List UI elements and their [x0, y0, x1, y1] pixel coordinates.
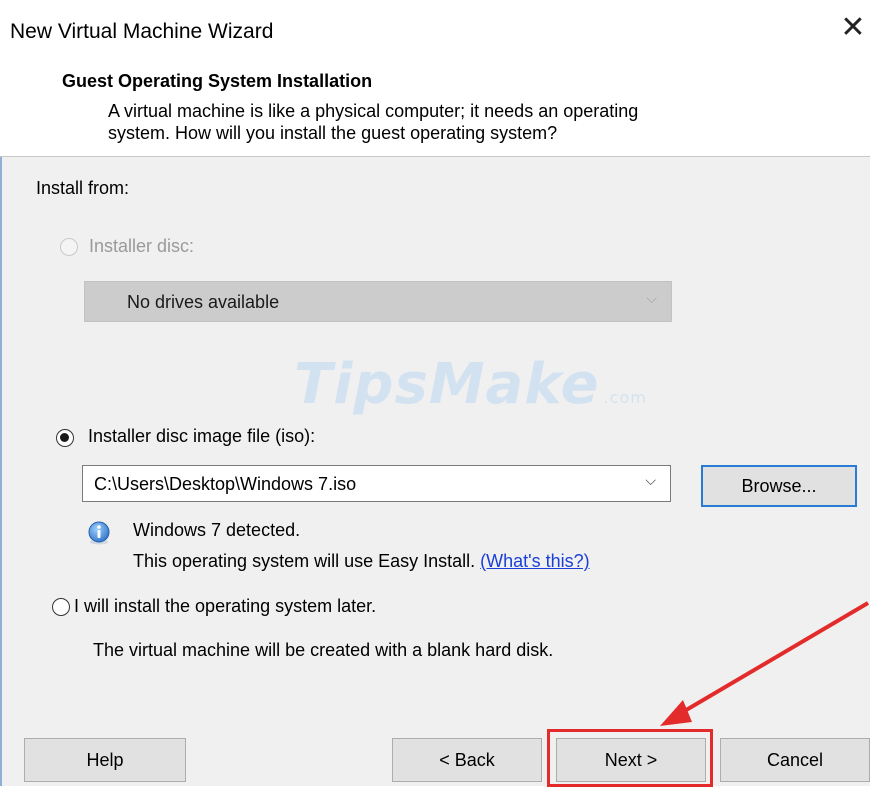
page-description: A virtual machine is like a physical com… — [108, 100, 798, 144]
whats-this-link[interactable]: (What's this?) — [480, 551, 589, 571]
install-later-radio[interactable] — [52, 598, 70, 616]
help-button-label: Help — [86, 750, 124, 770]
title-bar: New Virtual Machine Wizard ✕ — [0, 0, 870, 60]
page-title: Guest Operating System Installation — [62, 71, 373, 91]
iso-path-value: C:\Users\Desktop\Windows 7.iso — [94, 474, 357, 494]
install-from-label: Install from: — [36, 178, 130, 198]
install-later-label: I will install the operating system late… — [74, 596, 377, 616]
back-button-label: < Back — [439, 750, 495, 770]
iso-path-combo[interactable]: C:\Users\Desktop\Windows 7.iso ⌵ — [82, 465, 671, 502]
back-button[interactable]: < Back — [392, 738, 542, 782]
disc-drive-value: No drives available — [127, 292, 280, 312]
install-later-description: The virtual machine will be created with… — [93, 640, 554, 660]
chevron-down-icon: ⌵ — [646, 291, 657, 307]
iso-file-label: Installer disc image file (iso): — [88, 426, 316, 446]
browse-button-label: Browse... — [741, 476, 817, 496]
radio-selected-dot — [60, 433, 69, 442]
easy-install-line: This operating system will use Easy Inst… — [133, 551, 590, 572]
installer-disc-radio[interactable] — [60, 238, 78, 256]
disc-drive-select[interactable]: No drives available ⌵ — [84, 281, 672, 322]
description-line-2: system. How will you install the guest o… — [108, 123, 558, 143]
watermark-logo: TipsMake .com — [294, 352, 647, 417]
help-button[interactable]: Help — [24, 738, 186, 782]
window-title: New Virtual Machine Wizard — [10, 20, 274, 43]
next-button-highlight — [547, 729, 713, 787]
description-line-1: A virtual machine is like a physical com… — [108, 101, 639, 121]
wizard-header: Guest Operating System Installation A vi… — [0, 60, 870, 156]
installer-disc-label: Installer disc: — [89, 236, 195, 256]
iso-file-radio[interactable] — [56, 429, 74, 447]
os-detected-text: Windows 7 detected. — [133, 520, 301, 540]
info-icon — [88, 521, 110, 545]
chevron-down-icon[interactable]: ⌵ — [645, 473, 656, 489]
cancel-button-label: Cancel — [766, 750, 824, 770]
close-icon[interactable]: ✕ — [838, 13, 868, 45]
easy-install-text: This operating system will use Easy Inst… — [133, 551, 476, 571]
cancel-button[interactable]: Cancel — [720, 738, 870, 782]
browse-button[interactable]: Browse... — [701, 465, 857, 507]
